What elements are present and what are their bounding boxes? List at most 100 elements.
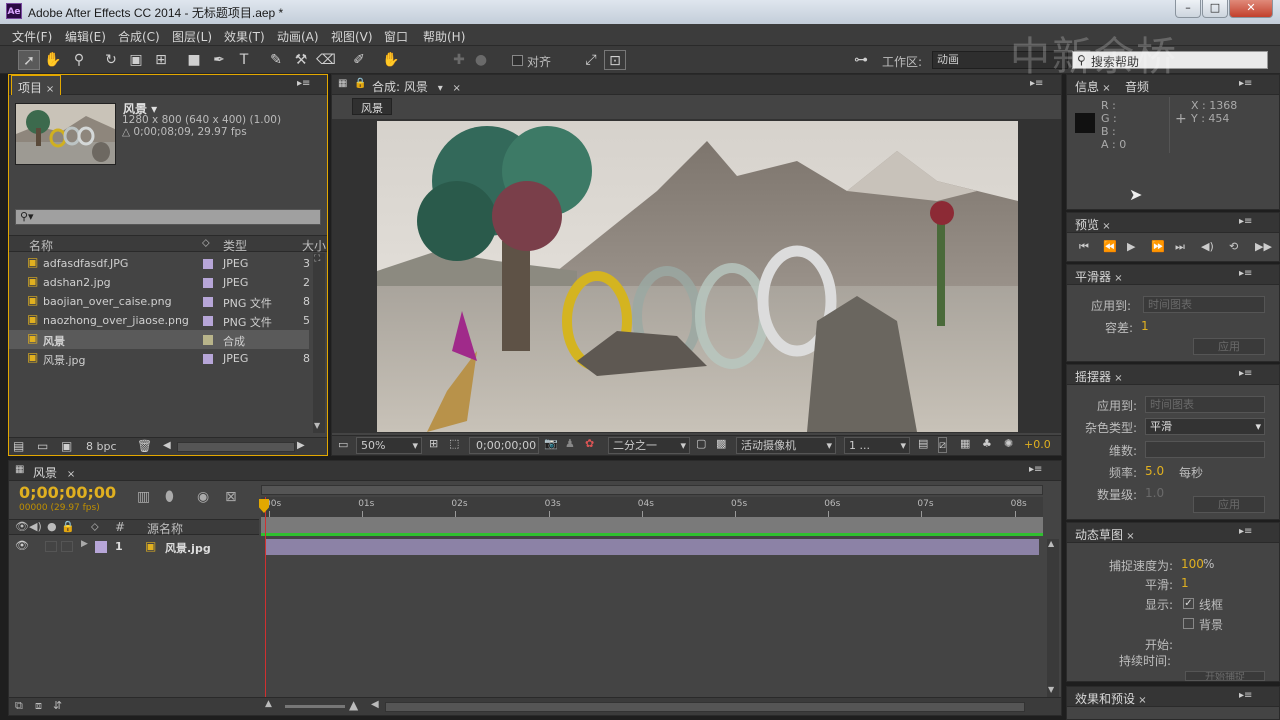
menu-animation[interactable]: 动画(A) — [277, 28, 319, 45]
hand-tool-icon[interactable]: ✋ — [42, 50, 64, 70]
horizontal-scrollbar[interactable] — [177, 442, 295, 452]
menu-edit[interactable]: 编辑(E) — [65, 28, 106, 45]
label-tag-icon[interactable]: ⬦ — [202, 236, 210, 250]
menu-help[interactable]: 帮助(H) — [423, 28, 465, 45]
panel-menu-icon[interactable]: ▸≡ — [297, 78, 310, 89]
maximize-button[interactable]: □ — [1202, 0, 1228, 18]
sketch-smoothing-value[interactable]: 1 — [1181, 576, 1189, 590]
previous-frame-icon[interactable]: ⏪ — [1103, 240, 1117, 253]
snap-extents-icon[interactable]: ⊡ — [604, 50, 626, 70]
first-frame-icon[interactable]: ⏮ — [1079, 240, 1089, 254]
tab-effects-presets[interactable]: 效果和预设 × — [1069, 687, 1153, 707]
minimize-button[interactable]: – — [1175, 0, 1201, 18]
project-file-row[interactable]: ▣ 风景.jpg JPEG 8 — [9, 349, 310, 368]
work-area-bar[interactable] — [261, 517, 1043, 533]
comp-breadcrumb[interactable]: 风景 — [352, 98, 392, 115]
puppet-tool-icon[interactable]: ✋ — [380, 50, 402, 70]
timeline-vertical-scrollbar[interactable]: ▲ ▼ — [1047, 539, 1059, 699]
menu-effect[interactable]: 效果(T) — [224, 28, 265, 45]
scroll-up-icon[interactable]: ⛶ — [314, 254, 320, 264]
file-label-color[interactable] — [203, 354, 213, 364]
new-folder-icon[interactable]: ▭ — [37, 439, 48, 453]
tab-composition[interactable]: 合成: 风景 ▾ × — [366, 75, 467, 95]
roto-brush-tool-icon[interactable]: ✐ — [348, 50, 370, 70]
toggle-pixel-aspect-icon[interactable]: ▤ — [918, 437, 928, 450]
capture-speed-value[interactable]: 100 — [1181, 557, 1204, 571]
layer-row[interactable]: 👁 ▶ 1 ▣ 风景.jpg — [9, 538, 259, 556]
project-scrollbar[interactable]: ⛶ ▼ — [313, 253, 325, 433]
menu-window[interactable]: 窗口 — [384, 28, 408, 45]
project-file-row[interactable]: ▣ 风景 合成 — [9, 330, 309, 349]
audio-icon[interactable]: ◀) — [1201, 240, 1214, 253]
vr-goggles-icon[interactable]: ⊶ — [848, 50, 874, 70]
lock-icon[interactable]: 🔒 — [354, 78, 366, 89]
zoom-dropdown[interactable]: 50% ▾ — [356, 437, 422, 454]
column-name[interactable]: 名称 — [29, 237, 53, 254]
chevron-down-icon[interactable]: ▾ — [438, 83, 443, 94]
tab-audio[interactable]: 音频 — [1119, 75, 1155, 95]
interpret-footage-icon[interactable]: ▤ — [13, 439, 24, 453]
expand-arrow-icon[interactable]: ▶ — [81, 539, 88, 549]
wiggler-frequency-value[interactable]: 5.0 — [1145, 464, 1164, 478]
project-search-input[interactable]: ⚲▾ — [15, 209, 321, 225]
camera-tool-icon[interactable]: ▣ — [125, 50, 147, 70]
scroll-left-icon[interactable]: ◀ — [371, 699, 379, 710]
file-label-color[interactable] — [203, 335, 213, 345]
text-tool-icon[interactable]: T — [233, 50, 255, 70]
menu-composition[interactable]: 合成(C) — [118, 28, 160, 45]
tab-project[interactable]: 项目 × — [11, 75, 62, 95]
lock-icon[interactable]: 🔒 — [61, 520, 75, 533]
close-icon[interactable]: × — [1099, 83, 1110, 94]
timeline-horizontal-scrollbar[interactable] — [385, 702, 1025, 712]
next-frame-icon[interactable]: ⏩ — [1151, 240, 1165, 253]
clone-stamp-tool-icon[interactable]: ⚒ — [290, 50, 312, 70]
last-frame-icon[interactable]: ⏭ — [1175, 240, 1185, 254]
eye-icon[interactable]: 👁 — [15, 520, 29, 533]
snapshot-icon[interactable]: 📷 — [544, 437, 558, 450]
close-icon[interactable]: × — [1111, 273, 1122, 284]
tab-preview[interactable]: 预览 × — [1069, 213, 1117, 233]
tab-motion-sketch[interactable]: 动态草图 × — [1069, 523, 1141, 543]
bpc-toggle[interactable]: 8 bpc — [86, 440, 117, 453]
draft-3d-icon[interactable]: ⬮ — [165, 489, 174, 505]
resolution-dropdown[interactable]: 二分之一 ▾ — [608, 437, 690, 454]
layer-duration-bar[interactable] — [265, 539, 1039, 555]
column-size[interactable]: 大小 — [302, 237, 326, 254]
panel-menu-icon[interactable]: ▸≡ — [1239, 690, 1252, 701]
scroll-left-icon[interactable]: ◀ — [163, 440, 171, 451]
scroll-down-icon[interactable]: ▼ — [1048, 685, 1054, 694]
panel-menu-icon[interactable]: ▸≡ — [1030, 78, 1043, 89]
project-file-row[interactable]: ▣ adshan2.jpg JPEG 2 — [9, 273, 310, 292]
flowchart-icon[interactable]: ♣ — [982, 437, 992, 450]
fast-previews-icon[interactable]: ⧄ — [938, 437, 947, 453]
brush-tool-icon[interactable]: ✎ — [265, 50, 287, 70]
safe-zones-icon[interactable]: ⊞ — [429, 437, 438, 450]
file-label-color[interactable] — [203, 297, 213, 307]
file-label-color[interactable] — [203, 316, 213, 326]
column-type[interactable]: 类型 — [223, 237, 247, 254]
close-icon[interactable]: × — [1099, 221, 1110, 232]
panel-menu-icon[interactable]: ▸≡ — [1239, 268, 1252, 279]
solo-icon[interactable]: ● — [47, 520, 57, 533]
close-icon[interactable]: × — [1123, 531, 1134, 542]
current-time-field[interactable]: 0;00;00;00 — [469, 437, 539, 454]
start-capture-button[interactable]: 开始捕捉 — [1185, 671, 1265, 681]
toggle-in-out-icon[interactable]: ⇵ — [53, 699, 62, 712]
menu-view[interactable]: 视图(V) — [331, 28, 373, 45]
time-ruler[interactable]: 00s 01s 02s 03s 04s 05s 06s 07s 08s — [261, 497, 1043, 517]
reset-exposure-icon[interactable]: ✺ — [1004, 437, 1013, 450]
tab-smoother[interactable]: 平滑器 × — [1069, 265, 1129, 285]
tab-timeline[interactable]: 风景 × — [27, 461, 81, 481]
ram-preview-icon[interactable]: ▶▶ — [1255, 240, 1272, 253]
smoother-tolerance-value[interactable]: 1 — [1141, 319, 1149, 333]
project-file-row[interactable]: ▣ adfasdfasdf.JPG JPEG 3 — [9, 254, 310, 273]
column-source-name[interactable]: 源名称 — [147, 520, 183, 537]
file-label-color[interactable] — [203, 278, 213, 288]
exposure-value[interactable]: +0.0 — [1024, 438, 1051, 451]
panel-menu-icon[interactable]: ▸≡ — [1029, 464, 1042, 475]
close-icon[interactable]: × — [453, 83, 461, 94]
always-preview-icon[interactable]: ▭ — [338, 438, 348, 451]
wireframe-checkbox[interactable]: ✓ — [1183, 598, 1194, 609]
work-area-navigator[interactable] — [261, 485, 1043, 495]
camera-dropdown[interactable]: 活动摄像机 ▾ — [736, 437, 836, 454]
